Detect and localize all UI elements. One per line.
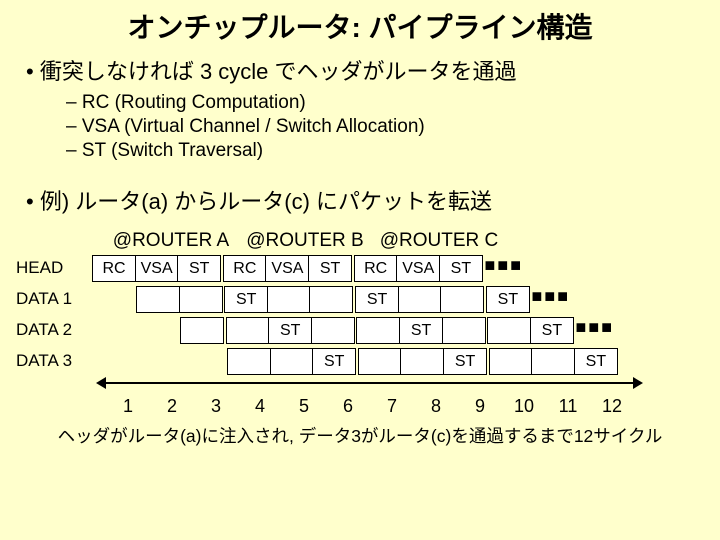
head-b-st: ST: [308, 255, 352, 282]
d3-cell-11: [531, 348, 575, 375]
d1-cell-8: [398, 286, 442, 313]
d1-cell-3: [179, 286, 223, 313]
d2-cell-3: [180, 317, 224, 344]
pipeline-diagram: @ROUTER A @ROUTER B @ROUTER C HEAD RC VS…: [0, 230, 720, 417]
router-a-label: @ROUTER A: [106, 230, 236, 252]
row-head: HEAD RC VSA ST RC VSA ST RC VSA ST ■■■: [14, 253, 720, 283]
d1-c-st: ST: [486, 286, 530, 313]
slide-title: オンチップルータ: パイプライン構造: [0, 6, 720, 46]
axis-8: 8: [414, 396, 458, 417]
row-data3: DATA 3 ST ST ST: [14, 346, 720, 376]
d1-cell-6: [309, 286, 353, 313]
dots-icon: ■■■: [481, 255, 515, 282]
row-data2-label: DATA 2: [14, 320, 92, 340]
time-arrow: [106, 376, 720, 390]
d2-b-st: ST: [399, 317, 443, 344]
sub-vsa: VSA (Virtual Channel / Switch Allocation…: [66, 116, 720, 138]
d3-a-st: ST: [312, 348, 356, 375]
row-data1: DATA 1 ST ST ST ■■■: [14, 284, 720, 314]
sub-rc: RC (Routing Computation): [66, 92, 720, 114]
d1-a-st: ST: [224, 286, 268, 313]
axis-12: 12: [590, 396, 634, 417]
head-a-st: ST: [177, 255, 221, 282]
d1-cell-9: [440, 286, 484, 313]
axis-10: 10: [502, 396, 546, 417]
d2-a-st: ST: [268, 317, 312, 344]
cycle-axis: 1 2 3 4 5 6 7 8 9 10 11 12: [106, 396, 720, 417]
head-c-st: ST: [439, 255, 483, 282]
d3-cell-7: [358, 348, 402, 375]
axis-11: 11: [546, 396, 590, 417]
axis-3: 3: [194, 396, 238, 417]
head-c-rc: RC: [354, 255, 398, 282]
slide: オンチップルータ: パイプライン構造 衝突しなければ 3 cycle でヘッダが…: [0, 0, 720, 448]
row-data1-label: DATA 1: [14, 289, 92, 309]
bullet-cycles: 衝突しなければ 3 cycle でヘッダがルータを通過: [26, 54, 720, 86]
router-b-label: @ROUTER B: [240, 230, 370, 252]
d3-cell-4: [227, 348, 271, 375]
d1-b-st: ST: [355, 286, 399, 313]
d2-cell-10: [487, 317, 531, 344]
d1-cell-2: [136, 286, 180, 313]
row-head-label: HEAD: [14, 258, 92, 278]
router-c-label: @ROUTER C: [374, 230, 504, 252]
d3-cell-8: [400, 348, 444, 375]
d2-cell-6: [311, 317, 355, 344]
axis-5: 5: [282, 396, 326, 417]
head-a-rc: RC: [92, 255, 136, 282]
footnote: ヘッダがルータ(a)に注入され, データ3がルータ(c)を通過するまで12サイク…: [0, 423, 720, 448]
d2-cell-7: [356, 317, 400, 344]
timing-grid: HEAD RC VSA ST RC VSA ST RC VSA ST ■■■: [14, 253, 720, 376]
head-b-rc: RC: [223, 255, 267, 282]
axis-6: 6: [326, 396, 370, 417]
head-b-vsa: VSA: [265, 255, 309, 282]
d2-c-st: ST: [530, 317, 574, 344]
row-data2: DATA 2 ST ST ST ■■■: [14, 315, 720, 345]
d3-cell-5: [270, 348, 314, 375]
axis-1: 1: [106, 396, 150, 417]
d2-cell-4: [226, 317, 270, 344]
axis-9: 9: [458, 396, 502, 417]
sub-st: ST (Switch Traversal): [66, 140, 720, 162]
head-a-vsa: VSA: [135, 255, 179, 282]
d1-cell-5: [267, 286, 311, 313]
row-data3-label: DATA 3: [14, 351, 92, 371]
d2-cell-9: [442, 317, 486, 344]
head-c-vsa: VSA: [396, 255, 440, 282]
d3-c-st: ST: [574, 348, 618, 375]
d3-b-st: ST: [443, 348, 487, 375]
axis-7: 7: [370, 396, 414, 417]
dots-icon: ■■■: [528, 286, 562, 313]
d3-cell-10: [489, 348, 533, 375]
dots-icon: ■■■: [572, 317, 606, 344]
axis-2: 2: [150, 396, 194, 417]
axis-4: 4: [238, 396, 282, 417]
bullet-example: 例) ルータ(a) からルータ(c) にパケットを転送: [26, 184, 720, 216]
